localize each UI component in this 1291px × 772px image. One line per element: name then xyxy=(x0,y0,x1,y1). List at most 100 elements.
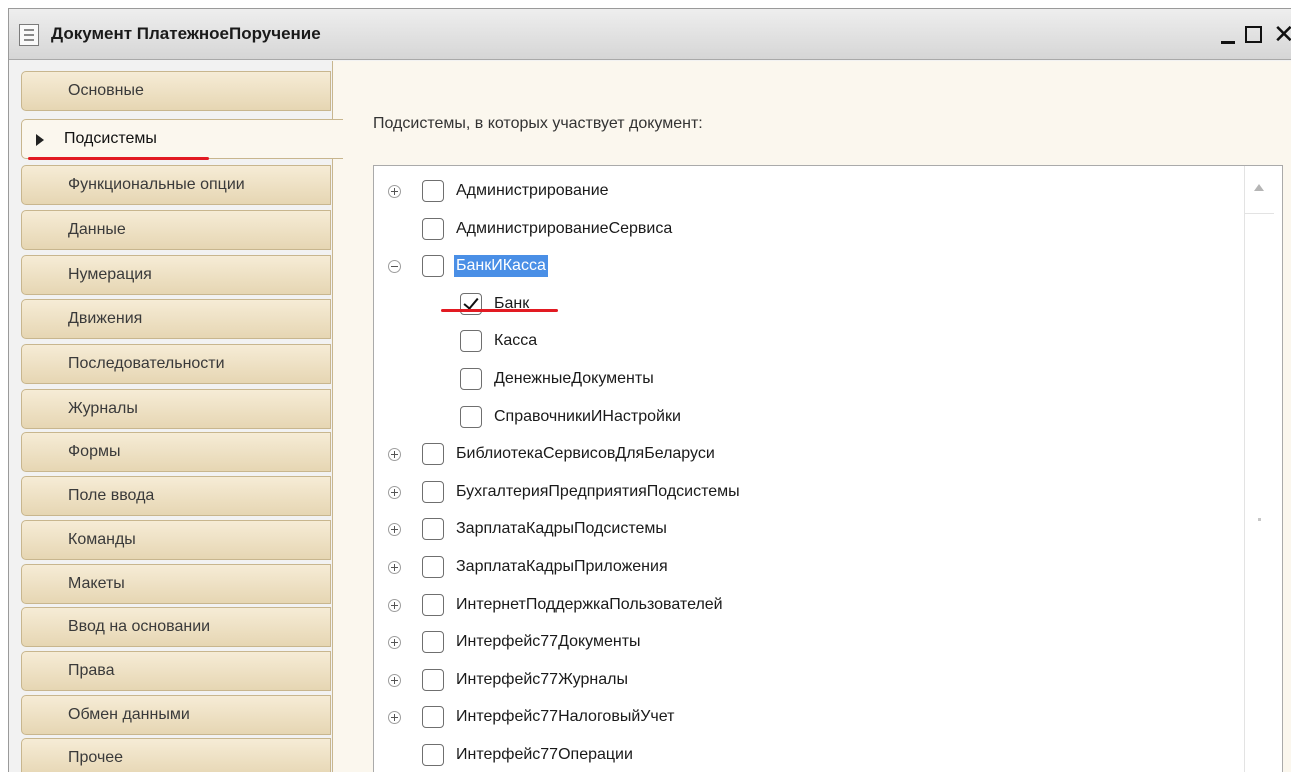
subsystem-checkbox[interactable] xyxy=(422,556,444,578)
subsystem-checkbox[interactable] xyxy=(460,405,482,428)
tab-14[interactable]: Обмен данными xyxy=(21,695,331,735)
tree-row[interactable]: ЗарплатаКадрыПодсистемы xyxy=(374,512,1234,546)
subsystem-checkbox[interactable] xyxy=(422,255,444,278)
tab-label: Макеты xyxy=(68,575,125,592)
tab-label: Нумерация xyxy=(68,266,152,283)
scroll-thumb-grip xyxy=(1258,518,1261,521)
tab-3[interactable]: Данные xyxy=(21,210,331,250)
subsystem-tree[interactable]: Администрирование АдминистрированиеСервис… xyxy=(373,165,1283,772)
vertical-scrollbar[interactable] xyxy=(1244,166,1274,772)
tab-label: Прочее xyxy=(68,749,124,766)
tab-4[interactable]: Нумерация xyxy=(21,255,331,295)
subsystem-checkbox[interactable] xyxy=(422,631,444,654)
maximize-button[interactable] xyxy=(1243,19,1265,49)
subsystems-panel: Подсистемы, в которых участвует документ… xyxy=(332,61,1291,772)
expand-icon[interactable] xyxy=(388,485,401,499)
tab-9[interactable]: Поле ввода xyxy=(21,476,331,516)
title-bar: Документ ПлатежноеПоручение ✕ xyxy=(9,9,1291,60)
tree-row[interactable]: Администрирование xyxy=(374,174,1234,208)
tree-row[interactable]: Касса xyxy=(374,324,1234,358)
tab-8[interactable]: Формы xyxy=(21,432,331,472)
tab-label: Функциональные опции xyxy=(68,176,245,193)
tab-list: Основные Подсистемы Функциональные опции Да… xyxy=(21,71,343,772)
scroll-up-button[interactable] xyxy=(1245,166,1274,214)
tab-label: Обмен данными xyxy=(68,706,190,723)
subsystem-label: Интерфейс77Операции xyxy=(456,746,633,763)
subsystem-checkbox[interactable] xyxy=(460,368,482,390)
subsystem-label: БанкИКасса xyxy=(454,255,548,278)
tree-row[interactable]: Интерфейс77Операции xyxy=(374,738,1234,772)
tab-label: Ввод на основании xyxy=(68,618,211,635)
document-window: Документ ПлатежноеПоручение ✕ Основные По… xyxy=(8,8,1291,772)
tab-label: Основные xyxy=(68,82,144,99)
tab-15[interactable]: Прочее xyxy=(21,738,331,772)
window-title: Документ ПлатежноеПоручение xyxy=(51,24,321,43)
tree-row[interactable]: Интерфейс77Журналы xyxy=(374,663,1234,697)
expand-icon[interactable] xyxy=(388,448,401,462)
expand-icon[interactable] xyxy=(388,636,401,650)
subsystem-label: ИнтернетПоддержкаПользователей xyxy=(456,595,723,613)
expand-icon[interactable] xyxy=(388,598,401,612)
tab-label: Права xyxy=(68,662,115,679)
minimize-button[interactable] xyxy=(1217,19,1237,49)
subsystem-label: АдминистрированиеСервиса xyxy=(456,219,673,237)
subsystem-checkbox[interactable] xyxy=(422,443,444,466)
tab-6[interactable]: Последовательности xyxy=(21,344,331,384)
tab-label: Поле ввода xyxy=(68,487,155,504)
subsystem-label: Интерфейс77Документы xyxy=(456,633,641,651)
subsystem-checkbox[interactable] xyxy=(422,593,444,616)
expand-icon[interactable] xyxy=(388,523,401,537)
document-icon xyxy=(19,24,39,46)
subsystem-checkbox[interactable] xyxy=(460,330,482,353)
scroll-up-icon xyxy=(1254,184,1264,191)
tab-12[interactable]: Ввод на основании xyxy=(21,607,331,647)
tree-row[interactable]: ЗарплатаКадрыПриложения xyxy=(374,550,1234,584)
tree-row[interactable]: БиблиотекаСервисовДляБеларуси xyxy=(374,437,1234,471)
tree-row[interactable]: Банк xyxy=(374,287,1234,321)
subsystem-checkbox[interactable] xyxy=(422,518,444,541)
expand-icon[interactable] xyxy=(388,185,401,198)
subsystem-label: Интерфейс77Журналы xyxy=(456,670,628,688)
tab-label: Подсистемы xyxy=(64,130,157,147)
collapse-icon[interactable] xyxy=(388,260,401,274)
tree-row[interactable]: БухгалтерияПредприятияПодсистемы xyxy=(374,475,1234,509)
tab-label: Движения xyxy=(68,310,143,327)
tab-7[interactable]: Журналы xyxy=(21,389,331,429)
minimize-icon xyxy=(1221,41,1235,44)
subsystem-checkbox[interactable] xyxy=(422,744,444,766)
tab-10[interactable]: Команды xyxy=(21,520,331,560)
tab-11[interactable]: Макеты xyxy=(21,564,331,604)
tree-row[interactable]: Интерфейс77НалоговыйУчет xyxy=(374,700,1234,734)
expand-icon[interactable] xyxy=(388,561,401,574)
subsystem-checkbox[interactable] xyxy=(422,668,444,691)
tree-row[interactable]: БанкИКасса xyxy=(374,249,1234,283)
subsystem-checkbox[interactable] xyxy=(422,480,444,503)
subsystem-label: Интерфейс77НалоговыйУчет xyxy=(456,708,675,726)
subsystem-label: СправочникиИНастройки xyxy=(494,407,681,425)
tab-13[interactable]: Права xyxy=(21,651,331,691)
annotation-underline-bank xyxy=(441,309,558,312)
active-tab-arrow-icon xyxy=(36,134,44,146)
subsystem-checkbox[interactable] xyxy=(422,217,444,240)
subsystem-label: ДенежныеДокументы xyxy=(494,370,654,387)
tab-0[interactable]: Основные xyxy=(21,71,331,111)
tab-label: Данные xyxy=(68,221,126,238)
expand-icon[interactable] xyxy=(388,711,401,725)
tree-row[interactable]: ДенежныеДокументы xyxy=(374,362,1234,396)
tab-label: Последовательности xyxy=(68,355,225,372)
close-button[interactable]: ✕ xyxy=(1273,19,1291,49)
tab-5[interactable]: Движения xyxy=(21,299,331,339)
maximize-icon xyxy=(1245,26,1262,43)
tree-row[interactable]: АдминистрированиеСервиса xyxy=(374,212,1234,246)
tree-row[interactable]: Интерфейс77Документы xyxy=(374,625,1234,659)
annotation-underline-tab xyxy=(28,157,209,160)
tab-2[interactable]: Функциональные опции xyxy=(21,165,331,205)
tab-label: Формы xyxy=(68,443,121,460)
tab-1[interactable]: Подсистемы xyxy=(21,119,343,159)
tree-row[interactable]: СправочникиИНастройки xyxy=(374,400,1234,434)
subsystem-checkbox[interactable] xyxy=(422,180,444,202)
tree-row[interactable]: ИнтернетПоддержкаПользователей xyxy=(374,588,1234,622)
expand-icon[interactable] xyxy=(388,673,401,687)
subsystem-checkbox[interactable] xyxy=(422,706,444,729)
subsystem-label: БиблиотекаСервисовДляБеларуси xyxy=(456,445,715,463)
